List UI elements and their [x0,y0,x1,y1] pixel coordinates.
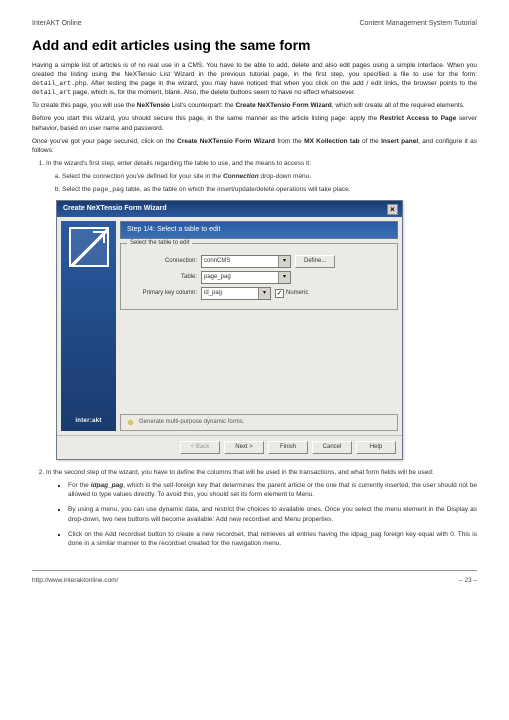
wizard-dialog: Create NeXTensio Form Wizard × inter:akt… [56,200,403,460]
page-title: Add and edit articles using the same for… [32,37,477,53]
list-item: By using a menu, you can use dynamic dat… [68,505,477,523]
connection-select[interactable]: connCMS▾ [201,255,291,268]
footer-url: http://www.interaktonline.com/ [32,577,118,584]
list-item: Select the page_pag table, as the table … [62,185,477,194]
wizard-sidebar: inter:akt [61,221,116,431]
paragraph-2: To create this page, you will use the Ne… [32,101,477,110]
brand-label: inter:akt [75,417,101,425]
divider [32,570,477,571]
finish-button[interactable]: Finish [268,441,308,454]
list-item: For the idpag_pag, which is the self-for… [68,481,477,499]
table-select[interactable]: page_pag▾ [201,271,291,284]
chevron-down-icon: ▾ [258,288,270,299]
next-button[interactable]: Next > [224,441,264,454]
table-label: Table: [127,273,197,281]
paragraph-1: Having a simple list of articles is of n… [32,61,477,97]
help-button[interactable]: Help [356,441,396,454]
chevron-down-icon: ▾ [278,256,290,267]
footer-page: – 23 – [459,577,477,584]
cancel-button[interactable]: Cancel [312,441,352,454]
ordered-list-1: In the wizard's first step, enter detail… [32,159,477,548]
checkbox-icon: ✓ [275,289,284,298]
close-icon[interactable]: × [387,204,398,215]
gear-icon [126,418,135,427]
chevron-down-icon: ▾ [278,272,290,283]
wizard-footer: < Back Next > Finish Cancel Help [57,435,402,459]
paragraph-4: Once you've got your page secured, click… [32,137,477,155]
connection-label: Connection: [127,257,197,265]
pk-select[interactable]: id_pag▾ [201,287,271,300]
define-button[interactable]: Define... [295,255,335,268]
fieldset-legend: Select the table to edit [127,239,192,247]
pk-label: Primary key column: [127,289,197,297]
list-item: Select the connection you've defined for… [62,172,477,181]
arrow-icon [69,227,109,267]
header-left: InterAKT Online [32,20,82,27]
wizard-hint: Generate multi-purpose dynamic forms. [120,414,398,431]
list-item: In the second step of the wizard, you ha… [46,468,477,548]
back-button[interactable]: < Back [180,441,220,454]
list-item: Click on the Add recordset button to cre… [68,530,477,548]
header-right: Content Management System Tutorial [359,20,477,27]
list-item: In the wizard's first step, enter detail… [46,160,311,167]
numeric-checkbox[interactable]: ✓ Numeric [275,289,308,298]
wizard-title: Create NeXTensio Form Wizard [63,204,167,214]
wizard-step-title: Step 1/4: Select a table to edit [120,221,398,239]
paragraph-3: Before you start this wizard, you should… [32,114,477,132]
